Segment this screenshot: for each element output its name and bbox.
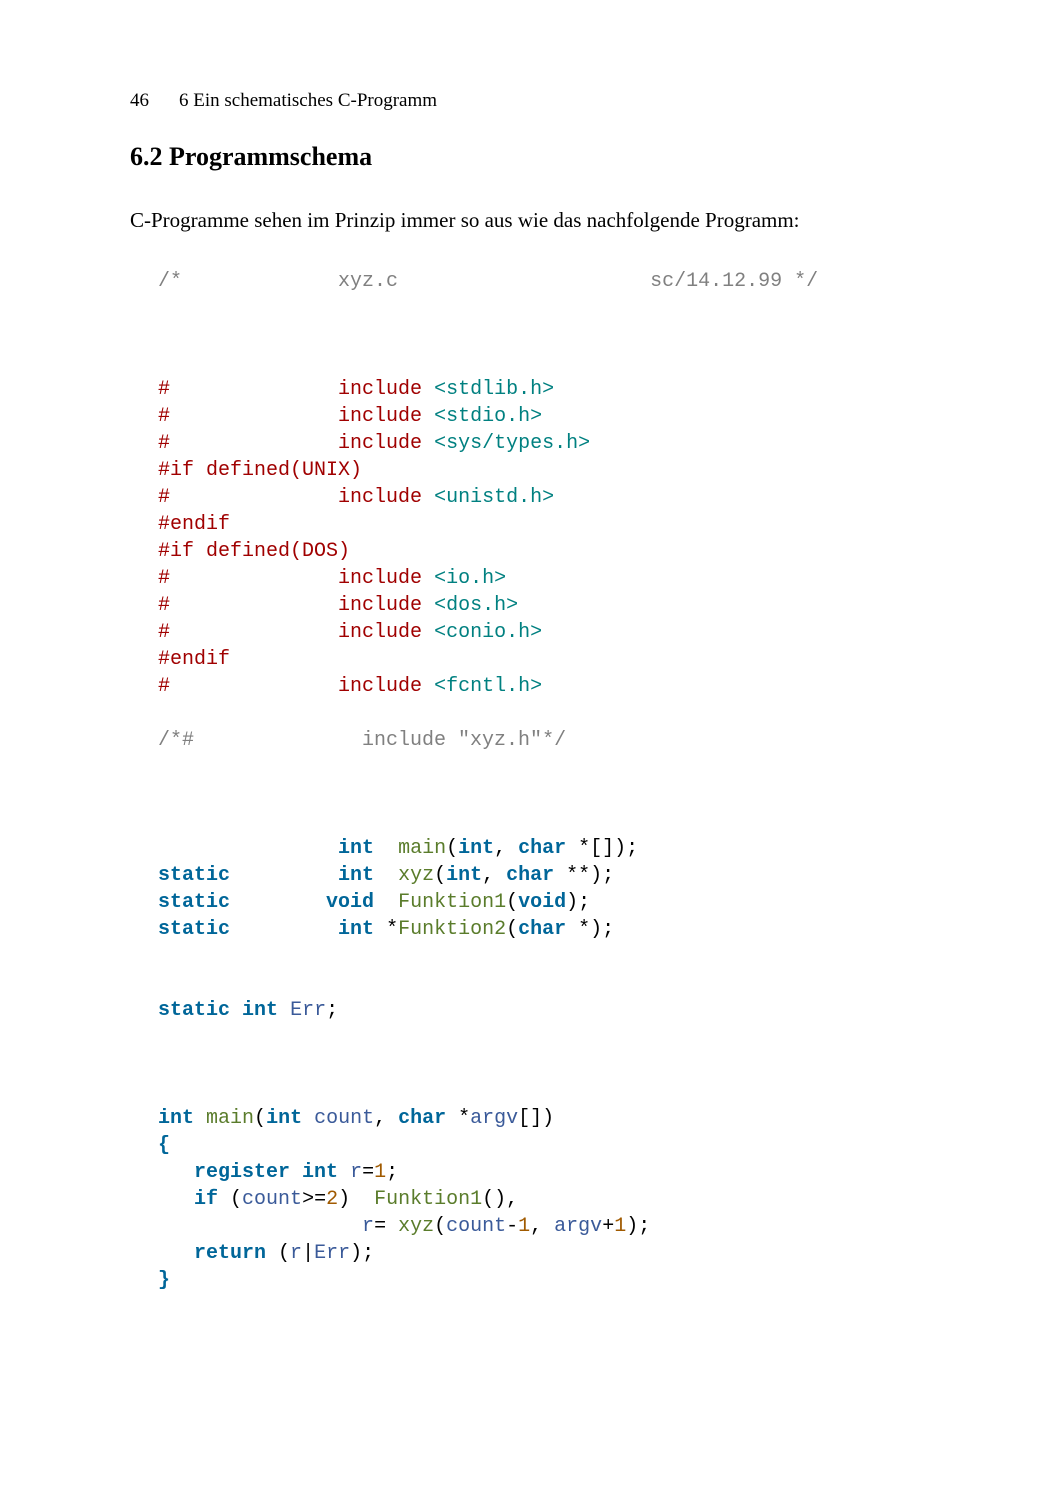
code-header-name: <sys/types.h> bbox=[434, 432, 590, 455]
code-pp-hash: # bbox=[158, 675, 170, 698]
code-keyword: static bbox=[158, 864, 230, 887]
code-type: int bbox=[338, 837, 374, 860]
code-pp-hash: # bbox=[158, 432, 170, 455]
code-listing: /* xyz.c sc/14.12.99 */ # include <stdli… bbox=[158, 268, 940, 1294]
code-pp-include: include bbox=[338, 621, 422, 644]
code-type: int bbox=[458, 837, 494, 860]
code-header-name: <stdio.h> bbox=[434, 405, 542, 428]
page-number: 46 bbox=[130, 90, 149, 112]
code-type: char bbox=[518, 918, 566, 941]
code-header-name: <conio.h> bbox=[434, 621, 542, 644]
code-func: xyz bbox=[398, 864, 434, 887]
code-comment: /* bbox=[158, 270, 182, 293]
section-heading: 6.2 Programmschema bbox=[130, 142, 940, 172]
code-type: char bbox=[518, 837, 566, 860]
section-number: 6.2 bbox=[130, 142, 163, 171]
code-ident: count bbox=[314, 1107, 374, 1130]
code-pp-include: include bbox=[338, 594, 422, 617]
code-pp-hash: # bbox=[158, 486, 170, 509]
page: 46 6 Ein schematisches C-Programm 6.2 Pr… bbox=[0, 0, 1050, 1500]
code-keyword: return bbox=[194, 1242, 266, 1265]
code-ident: r bbox=[290, 1242, 302, 1265]
code-pp-endif: #endif bbox=[158, 513, 230, 536]
code-header-name: <dos.h> bbox=[434, 594, 518, 617]
code-comment: /*# include "xyz.h"*/ bbox=[158, 729, 566, 752]
code-pp-hash: # bbox=[158, 378, 170, 401]
code-ident: Err bbox=[314, 1242, 350, 1265]
code-func: main bbox=[206, 1107, 254, 1130]
code-ident: argv bbox=[470, 1107, 518, 1130]
code-type: char bbox=[398, 1107, 446, 1130]
code-func: main bbox=[398, 837, 446, 860]
code-comment: sc/14.12.99 */ bbox=[650, 270, 818, 293]
code-ident: count bbox=[242, 1188, 302, 1211]
code-type: int bbox=[158, 1107, 194, 1130]
code-pp-hash: # bbox=[158, 405, 170, 428]
code-ident: count bbox=[446, 1215, 506, 1238]
code-number: 1 bbox=[374, 1161, 386, 1184]
code-brace: } bbox=[158, 1269, 170, 1292]
code-ident: Err bbox=[290, 999, 326, 1022]
code-number: 1 bbox=[614, 1215, 626, 1238]
code-header-name: <fcntl.h> bbox=[434, 675, 542, 698]
code-pp-hash: # bbox=[158, 594, 170, 617]
code-func: Funktion1 bbox=[374, 1188, 482, 1211]
code-header-name: <io.h> bbox=[434, 567, 506, 590]
code-pp-include: include bbox=[338, 405, 422, 428]
running-head: 46 6 Ein schematisches C-Programm bbox=[130, 90, 940, 112]
code-type: int bbox=[338, 864, 374, 887]
code-keyword: static bbox=[158, 918, 230, 941]
code-ident: r bbox=[362, 1215, 374, 1238]
code-pp-if: #if defined(UNIX) bbox=[158, 459, 362, 482]
code-pp-hash: # bbox=[158, 621, 170, 644]
code-func: Funktion2 bbox=[398, 918, 506, 941]
section-title: Programmschema bbox=[169, 142, 372, 171]
code-pp-if: #if defined(DOS) bbox=[158, 540, 350, 563]
code-pp-hash: # bbox=[158, 567, 170, 590]
code-header-name: <unistd.h> bbox=[434, 486, 554, 509]
code-type: int bbox=[302, 1161, 338, 1184]
code-keyword: static bbox=[158, 891, 230, 914]
code-brace: { bbox=[158, 1134, 170, 1157]
code-keyword: if bbox=[194, 1188, 218, 1211]
code-keyword: static bbox=[158, 999, 230, 1022]
code-ident: argv bbox=[554, 1215, 602, 1238]
code-pp-endif: #endif bbox=[158, 648, 230, 671]
code-number: 2 bbox=[326, 1188, 338, 1211]
code-func: xyz bbox=[398, 1215, 434, 1238]
code-type: int bbox=[242, 999, 278, 1022]
code-ident: r bbox=[350, 1161, 362, 1184]
code-type: int bbox=[266, 1107, 302, 1130]
code-type: void bbox=[518, 891, 566, 914]
code-keyword: register bbox=[194, 1161, 290, 1184]
code-pp-include: include bbox=[338, 486, 422, 509]
code-pp-include: include bbox=[338, 378, 422, 401]
code-pp-include: include bbox=[338, 675, 422, 698]
code-comment: xyz.c bbox=[338, 270, 398, 293]
code-pp-include: include bbox=[338, 432, 422, 455]
code-type: char bbox=[506, 864, 554, 887]
code-func: Funktion1 bbox=[398, 891, 506, 914]
chapter-label: 6 Ein schematisches C-Programm bbox=[179, 90, 437, 112]
code-number: 1 bbox=[518, 1215, 530, 1238]
code-pp-include: include bbox=[338, 567, 422, 590]
code-header-name: <stdlib.h> bbox=[434, 378, 554, 401]
code-type: int bbox=[446, 864, 482, 887]
code-type: int bbox=[338, 918, 374, 941]
intro-paragraph: C-Programme sehen im Prinzip immer so au… bbox=[130, 206, 940, 234]
code-type: void bbox=[326, 891, 374, 914]
